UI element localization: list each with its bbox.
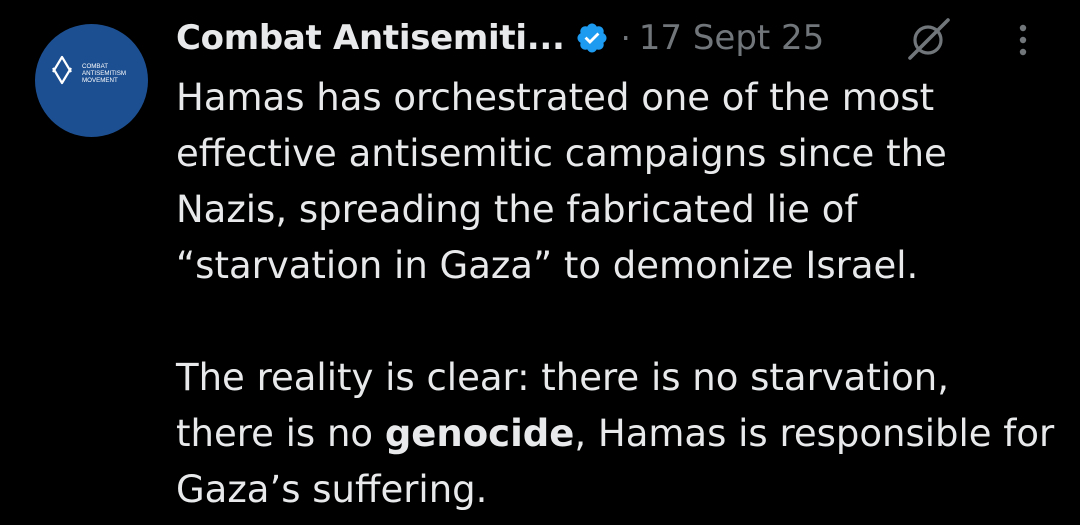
more-options-icon[interactable] <box>1006 18 1040 62</box>
tweet-text-bold-segment: genocide <box>384 412 575 455</box>
tweet-paragraph: The reality is clear: there is no starva… <box>176 350 1056 518</box>
avatar[interactable]: COMBAT ANTISEMITISM MOVEMENT <box>35 24 148 137</box>
combat-antisemitism-movement-logo: COMBAT ANTISEMITISM MOVEMENT <box>52 55 126 85</box>
tweet-text: Hamas has orchestrated one of the most e… <box>176 70 1056 518</box>
logo-text-line1: COMBAT <box>82 63 108 70</box>
author-display-name[interactable]: Combat Antisemiti... <box>176 18 565 58</box>
star-of-david-icon <box>52 55 72 85</box>
tweet-paragraph: Hamas has orchestrated one of the most e… <box>176 76 947 287</box>
grok-icon[interactable] <box>900 16 956 60</box>
tweet-timestamp[interactable]: 17 Sept 25 <box>639 18 825 58</box>
logo-text-line2: ANTISEMITISM <box>82 70 126 77</box>
verified-badge-icon[interactable] <box>575 21 609 55</box>
logo-text-line3: MOVEMENT <box>82 77 118 84</box>
tweet-header: Combat Antisemiti... · 17 Sept 25 <box>176 14 824 62</box>
meta-separator: · <box>620 19 631 57</box>
